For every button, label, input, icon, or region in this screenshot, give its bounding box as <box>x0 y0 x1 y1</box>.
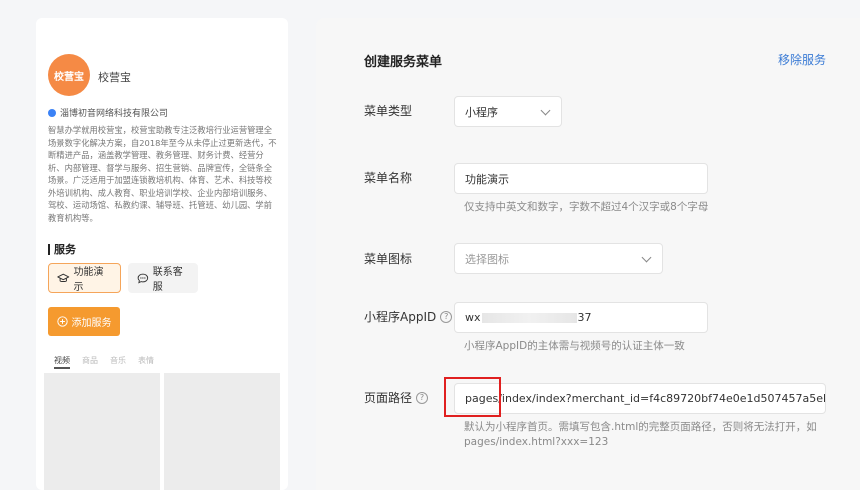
service-button-label: 功能演示 <box>73 267 104 293</box>
appid-hint: 小程序AppID的主体需与视频号的认证主体一致 <box>464 340 685 352</box>
tab-music[interactable]: 音乐 <box>110 355 126 369</box>
menu-name-value: 功能演示 <box>465 172 509 186</box>
tab-goods[interactable]: 商品 <box>82 355 98 369</box>
video-thumbnail[interactable] <box>44 373 160 490</box>
tab-video[interactable]: 视频 <box>54 355 70 369</box>
page-path-hint: 默认为小程序首页。需填写包含.html的完整页面路径，否则将无法打开，如 pag… <box>464 420 844 450</box>
menu-name-label-text: 菜单名称 <box>364 171 413 185</box>
service-button-contact[interactable]: 联系客服 <box>128 263 198 293</box>
preview-card: 校营宝 校营宝 淄博初音网络科技有限公司 智慧办学就用校营宝，校营宝助教专注泛教… <box>36 18 288 490</box>
avatar: 校营宝 <box>48 54 90 96</box>
services-title: 服务 <box>48 244 76 255</box>
menu-type-value: 小程序 <box>465 105 498 119</box>
appid-label: 小程序AppID ? <box>364 308 453 325</box>
appid-suffix: 37 <box>577 311 592 324</box>
menu-name-input[interactable]: 功能演示 <box>454 163 708 194</box>
menu-icon-label-text: 菜单图标 <box>364 252 413 266</box>
menu-type-label-text: 菜单类型 <box>364 104 413 118</box>
help-icon[interactable]: ? <box>440 310 453 323</box>
service-button-label: 联系客服 <box>152 267 183 293</box>
form-title: 创建服务菜单 <box>364 55 443 70</box>
menu-type-label: 菜单类型 <box>364 102 412 119</box>
menu-icon-placeholder: 选择图标 <box>465 252 509 266</box>
video-thumbnail[interactable] <box>164 373 280 490</box>
verified-icon <box>48 108 56 117</box>
help-icon[interactable]: ? <box>416 391 429 404</box>
menu-icon-select[interactable]: 选择图标 <box>454 243 663 274</box>
chevron-down-icon <box>540 105 551 116</box>
description: 智慧办学就用校营宝，校营宝助教专注泛教培行业运营管理全场景数字化解决方案，自20… <box>48 125 277 223</box>
page-path-hint-line1: 默认为小程序首页。需填写包含.html的完整页面路径，否则将无法打开，如 <box>464 421 817 433</box>
page-path-label-text: 页面路径 <box>364 391 413 405</box>
add-service-label: 添加服务 <box>71 318 112 329</box>
menu-icon-label: 菜单图标 <box>364 250 412 267</box>
menu-name-label: 菜单名称 <box>364 169 412 186</box>
masked-appid <box>481 312 577 323</box>
graduation-cap-icon <box>57 273 70 282</box>
page-path-hint-line2: pages/index.html?xxx=123 <box>464 436 609 448</box>
service-menu-form: 创建服务菜单 移除服务 菜单类型 小程序 菜单名称 功能演示 仅支持中英文和数字… <box>316 18 860 490</box>
preview-tabs: 视频 商品 音乐 表情 <box>54 355 154 369</box>
menu-type-select[interactable]: 小程序 <box>454 96 562 127</box>
appid-input[interactable]: wx 37 <box>454 302 708 333</box>
page-path-value: pages/index/index?merchant_id=f4c89720bf… <box>465 392 826 405</box>
service-button-demo[interactable]: 功能演示 <box>48 263 121 293</box>
company-name: 淄博初音网络科技有限公司 <box>48 106 168 119</box>
appid-label-text: 小程序AppID <box>364 310 437 324</box>
tab-emoji[interactable]: 表情 <box>138 355 154 369</box>
appid-prefix: wx <box>465 311 481 324</box>
brand-name: 校营宝 <box>98 71 131 84</box>
remove-service-link[interactable]: 移除服务 <box>778 51 826 68</box>
menu-name-hint: 仅支持中英文和数字，字数不超过4个汉字或8个字母 <box>464 201 709 213</box>
highlight-box <box>444 377 501 417</box>
page-path-input[interactable]: pages/index/index?merchant_id=f4c89720bf… <box>454 383 826 414</box>
page-path-label: 页面路径 ? <box>364 389 429 406</box>
chevron-down-icon <box>641 252 652 263</box>
plus-circle-icon <box>56 316 68 327</box>
chat-bubble-icon <box>137 273 149 283</box>
company-label: 淄博初音网络科技有限公司 <box>60 109 169 119</box>
add-service-button[interactable]: 添加服务 <box>48 307 120 336</box>
